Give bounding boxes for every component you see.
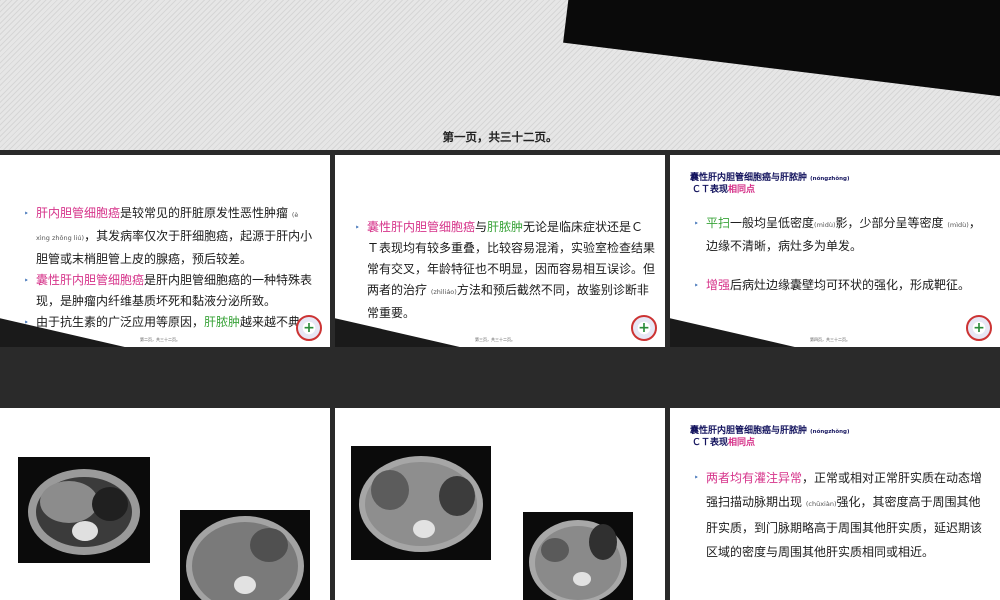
slide-thumbnail-3[interactable]: 囊性肝内胆管细胞癌与肝脓肿 (nóngzhǒng) ＣＴ表现相同点 ‣ 平扫一般… xyxy=(670,155,1000,347)
term-highlight: 肝脓肿 xyxy=(204,315,241,329)
bullet-icon: ‣ xyxy=(24,209,29,218)
bullet-item: ‣ 囊性肝内胆管细胞癌与肝脓肿无论是临床症状还是ＣＴ表现均有较多重叠，比较容易混… xyxy=(355,217,655,324)
term-highlight: 肝内胆管细胞癌 xyxy=(36,206,121,220)
bullet-icon: ‣ xyxy=(694,219,699,228)
slide-thumbnail-2[interactable]: ‣ 囊性肝内胆管细胞癌与肝脓肿无论是临床症状还是ＣＴ表现均有较多重叠，比较容易混… xyxy=(335,155,665,347)
term-highlight: 囊性肝内胆管细胞癌 xyxy=(36,273,145,287)
bullet-item: ‣ 囊性肝内胆管细胞癌是肝内胆管细胞癌的一种特殊表现，是肿瘤内纤维基质坏死和黏液… xyxy=(24,270,314,312)
bullet-icon: ‣ xyxy=(694,281,699,290)
cover-corner-shape xyxy=(563,0,1000,97)
bullet-item: ‣ 肝内胆管细胞癌是较常见的肝脏原发性恶性肿瘤 (è xìng zhǒng li… xyxy=(24,203,314,270)
ct-scan-image xyxy=(180,510,310,600)
bullet-item: ‣ 平扫一般均呈低密度(mìdù)影，少部分呈等密度 (mìdù)，边缘不清晰，… xyxy=(694,213,984,257)
body-text: 由于抗生素的广泛应用等原因， xyxy=(36,315,205,329)
pinyin-annotation: (nóngzhǒng) xyxy=(810,176,850,182)
slide-footer: 第二页，共三十二页。 xyxy=(140,337,180,342)
slide-body: ‣ 囊性肝内胆管细胞癌与肝脓肿无论是临床症状还是ＣＴ表现均有较多重叠，比较容易混… xyxy=(355,217,655,324)
slide-body: ‣ 肝内胆管细胞癌是较常见的肝脏原发性恶性肿瘤 (è xìng zhǒng li… xyxy=(24,203,314,347)
title-subline: ＣＴ表现相同点 xyxy=(690,438,849,449)
bullet-icon: ‣ xyxy=(694,473,699,482)
term-highlight: 两者均有灌注异常 xyxy=(706,471,803,485)
pinyin-annotation: (mìdù) xyxy=(947,221,969,229)
slide-body: ‣ 平扫一般均呈低密度(mìdù)影，少部分呈等密度 (mìdù)，边缘不清晰，… xyxy=(694,213,984,296)
title-subline: ＣＴ表现相同点 xyxy=(690,185,849,196)
title-text: ＣＴ表现 xyxy=(692,185,729,195)
bullet-item: ‣ 增强后病灶边缘囊壁均可环状的强化，形成靶征。 xyxy=(694,275,984,296)
hospital-logo-icon xyxy=(296,315,322,341)
term-highlight: 肝脓肿 xyxy=(487,220,524,234)
slide-thumbnail-4[interactable] xyxy=(0,408,330,600)
hospital-logo-icon xyxy=(966,315,992,341)
body-text: 影，少部分呈等密度 xyxy=(835,216,944,230)
title-highlight: 相同点 xyxy=(728,438,756,448)
term-highlight: 囊性肝内胆管细胞癌 xyxy=(367,220,476,234)
title-text: 囊性肝内胆管细胞癌与肝脓肿 xyxy=(690,426,808,436)
ct-scan-image xyxy=(523,512,633,600)
bullet-item: ‣ 两者均有灌注异常，正常或相对正常肝实质在动态增强扫描动脉期出现 (chūxi… xyxy=(694,466,989,564)
slide-thumbnail-5[interactable] xyxy=(335,408,665,600)
pinyin-annotation: (zhìliáo) xyxy=(430,288,457,296)
slide-title: 囊性肝内胆管细胞癌与肝脓肿 (nóngzhǒng) ＣＴ表现相同点 xyxy=(690,426,849,449)
pinyin-annotation: (mìdù) xyxy=(814,221,836,229)
bullet-icon: ‣ xyxy=(24,276,29,285)
slide-footer: 第三页，共三十二页。 xyxy=(475,337,515,342)
title-text: ＣＴ表现 xyxy=(692,438,729,448)
ct-scan-image xyxy=(351,446,491,560)
slide-title: 囊性肝内胆管细胞癌与肝脓肿 (nóngzhǒng) ＣＴ表现相同点 xyxy=(690,173,849,196)
body-text: 后病灶边缘囊壁均可环状的强化，形成靶征。 xyxy=(730,278,971,292)
slide-thumbnail-1[interactable]: ‣ 肝内胆管细胞癌是较常见的肝脏原发性恶性肿瘤 (è xìng zhǒng li… xyxy=(0,155,330,347)
body-text: 与 xyxy=(475,220,488,234)
body-text: 是较常见的肝脏原发性恶性肿瘤 xyxy=(120,206,289,220)
ct-scan-image xyxy=(18,457,150,563)
slide-footer: 第四页，共三十二页。 xyxy=(810,337,850,342)
hospital-logo-icon xyxy=(631,315,657,341)
pinyin-annotation: (nóngzhǒng) xyxy=(810,429,850,435)
slide-body: ‣ 两者均有灌注异常，正常或相对正常肝实质在动态增强扫描动脉期出现 (chūxi… xyxy=(694,466,989,564)
bullet-icon: ‣ xyxy=(355,223,360,232)
term-highlight: 平扫 xyxy=(706,216,731,230)
term-highlight: 增强 xyxy=(706,278,731,292)
body-text: 一般均呈低密度 xyxy=(730,216,815,230)
title-highlight: 相同点 xyxy=(728,185,756,195)
cover-slide[interactable]: 第一页，共三十二页。 xyxy=(0,0,1000,150)
cover-caption: 第一页，共三十二页。 xyxy=(442,130,558,144)
slide-thumbnail-6[interactable]: 囊性肝内胆管细胞癌与肝脓肿 (nóngzhǒng) ＣＴ表现相同点 ‣ 两者均有… xyxy=(670,408,1000,600)
pinyin-annotation: (chūxiàn) xyxy=(805,500,837,508)
title-text: 囊性肝内胆管细胞癌与肝脓肿 xyxy=(690,173,808,183)
